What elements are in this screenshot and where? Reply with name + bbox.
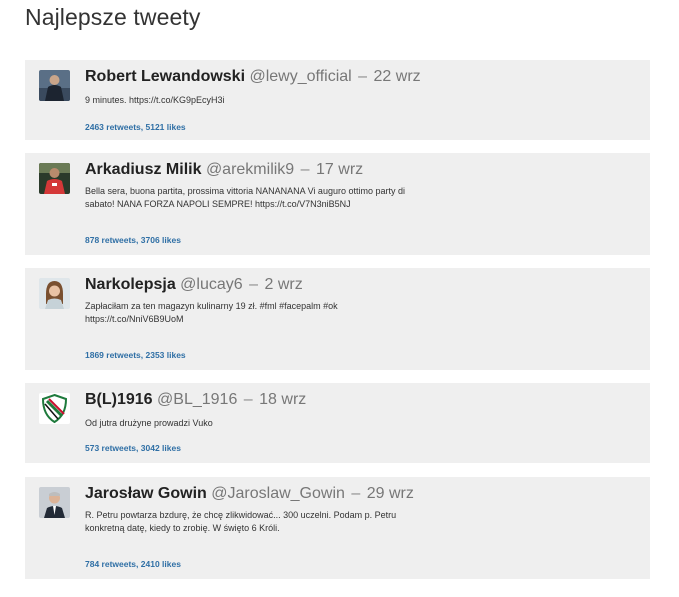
person-photo-icon <box>39 70 70 101</box>
separator: – <box>358 68 368 85</box>
tweet-text: 9 minutes. https://t.co/KG9pEcyH3i <box>85 95 225 105</box>
author-handle[interactable]: @arekmilik9 <box>206 161 294 178</box>
tweet-date: 17 wrz <box>316 161 364 178</box>
page-title: Najlepsze tweety <box>25 4 201 30</box>
avatar[interactable] <box>39 487 70 518</box>
separator: – <box>300 161 310 178</box>
avatar[interactable] <box>39 70 70 101</box>
tweet-date: 18 wrz <box>259 391 307 408</box>
avatar[interactable] <box>39 278 70 309</box>
tweet-header: Arkadiusz Milik @arekmilik9 – 17 wrz <box>85 159 363 181</box>
separator: – <box>351 485 361 502</box>
tweet-stats-link[interactable]: 1869 retweets, 2353 likes <box>85 350 186 360</box>
tweet-text: Bella sera, buona partita, prossima vitt… <box>85 186 405 209</box>
tweet-card: Arkadiusz Milik @arekmilik9 – 17 wrz Bel… <box>25 153 650 255</box>
tweet-card: Robert Lewandowski @lewy_official – 22 w… <box>25 60 650 140</box>
tweet-text: Od jutra drużyne prowadzi Vuko <box>85 418 213 428</box>
tweet-stats-link[interactable]: 573 retweets, 3042 likes <box>85 443 181 453</box>
tweet-card: Jarosław Gowin @Jaroslaw_Gowin – 29 wrz … <box>25 477 650 579</box>
tweet-date: 29 wrz <box>366 485 414 502</box>
person-photo-icon <box>39 278 70 309</box>
author-handle[interactable]: @lucay6 <box>180 276 243 293</box>
author-name[interactable]: Jarosław Gowin <box>85 485 207 502</box>
author-handle[interactable]: @Jaroslaw_Gowin <box>211 485 345 502</box>
tweet-card: Narkolepsja @lucay6 – 2 wrz Zapłaciłam z… <box>25 268 650 370</box>
tweet-date: 22 wrz <box>373 68 421 85</box>
author-handle[interactable]: @BL_1916 <box>157 391 237 408</box>
tweet-header: Jarosław Gowin @Jaroslaw_Gowin – 29 wrz <box>85 483 414 505</box>
tweet-card: B(L)1916 @BL_1916 – 18 wrz Od jutra druż… <box>25 383 650 463</box>
author-name[interactable]: Narkolepsja <box>85 276 176 293</box>
person-photo-icon <box>39 487 70 518</box>
tweet-stats-link[interactable]: 878 retweets, 3706 likes <box>85 235 181 245</box>
author-name[interactable]: Robert Lewandowski <box>85 68 245 85</box>
separator: – <box>249 276 259 293</box>
author-name[interactable]: B(L)1916 <box>85 391 153 408</box>
tweet-header: Narkolepsja @lucay6 – 2 wrz <box>85 274 303 296</box>
author-handle[interactable]: @lewy_official <box>249 68 351 85</box>
club-crest-icon <box>39 393 70 424</box>
avatar[interactable] <box>39 163 70 194</box>
tweet-text: Zapłaciłam za ten magazyn kulinarny 19 z… <box>85 301 338 324</box>
tweet-stats-link[interactable]: 2463 retweets, 5121 likes <box>85 122 186 132</box>
tweet-stats-link[interactable]: 784 retweets, 2410 likes <box>85 559 181 569</box>
tweet-date: 2 wrz <box>264 276 303 293</box>
separator: – <box>243 391 253 408</box>
author-name[interactable]: Arkadiusz Milik <box>85 161 201 178</box>
tweet-header: Robert Lewandowski @lewy_official – 22 w… <box>85 66 421 88</box>
tweet-text: R. Petru powtarza bzdurę, że chcę zlikwi… <box>85 510 397 533</box>
avatar[interactable] <box>39 393 70 424</box>
tweet-header: B(L)1916 @BL_1916 – 18 wrz <box>85 389 306 411</box>
person-photo-icon <box>39 163 70 194</box>
